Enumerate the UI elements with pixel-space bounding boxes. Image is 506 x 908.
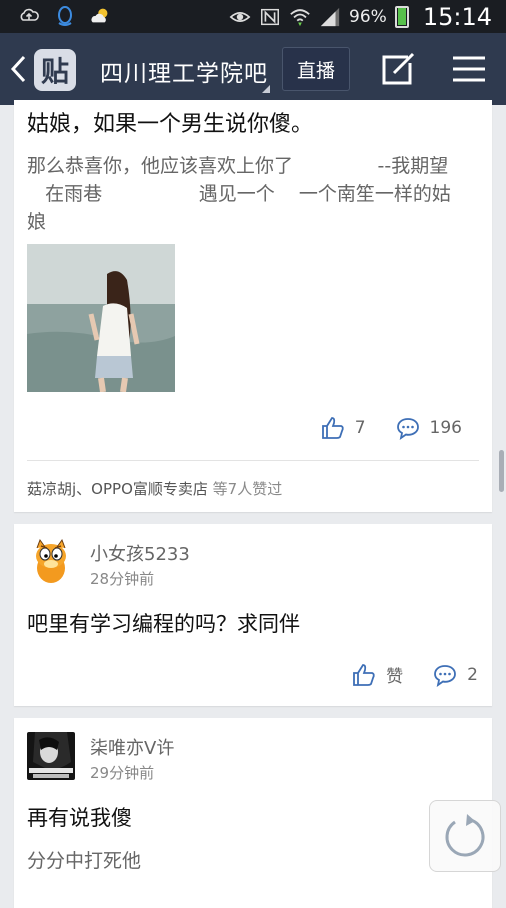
post-body[interactable]: 分分中打死他 [27,846,141,873]
liker-count-text: 等7人赞过 [212,480,283,498]
tieba-logo[interactable]: 贴 [34,49,76,91]
live-button[interactable]: 直播 [282,47,350,91]
avatar[interactable] [27,538,75,586]
status-bar: 96% 15:14 [0,0,506,33]
post-image[interactable] [27,244,175,392]
comment-icon [396,418,419,440]
qq-penguin-icon [58,6,72,26]
thumbs-up-icon [353,663,375,686]
post-time: 29分钟前 [90,764,155,782]
liked-by[interactable]: 菇凉胡j、OPPO富顺专卖店 等7人赞过 [27,478,282,499]
refresh-button[interactable] [429,800,501,872]
nav-bar: 贴 四川理工学院吧 直播 [0,33,506,105]
post-title[interactable]: 姑娘，如果一个男生说你傻。 [27,106,313,138]
post-card[interactable]: 姑娘，如果一个男生说你傻。 那么恭喜你，他应该喜欢上你了 --我期望 在雨巷 遇… [14,100,492,512]
post-actions: 7 196 [14,416,492,440]
forum-title[interactable]: 四川理工学院吧 [100,54,268,88]
username[interactable]: 柒唯亦V许 [90,734,174,760]
post-actions: 赞 2 [14,662,492,687]
comment-count: 196 [429,418,462,438]
like-label: 赞 [386,667,404,687]
post-title[interactable]: 吧里有学习编程的吗？求同伴 [27,608,300,638]
battery-icon [394,6,409,28]
comment-icon [434,664,457,687]
dropdown-caret-icon [262,85,270,93]
thumbs-up-icon [321,417,344,439]
liker-names[interactable]: 菇凉胡j、OPPO富顺专卖店 [27,480,208,498]
garfield-avatar [27,538,75,586]
wifi-icon [290,9,310,27]
chevron-left-icon[interactable] [8,53,30,85]
post-card[interactable]: 柒唯亦V许 29分钟前 再有说我傻 分分中打死他 [14,718,492,908]
user-avatar [27,732,75,780]
battery-percent: 96% [349,7,387,27]
comment-count: 2 [467,664,478,685]
comment-button[interactable]: 2 [433,663,478,687]
post-title[interactable]: 再有说我傻 [27,802,132,832]
username[interactable]: 小女孩5233 [90,540,190,566]
menu-icon[interactable] [452,55,486,83]
like-button[interactable]: 7 [321,416,366,440]
post-body[interactable]: 那么恭喜你，他应该喜欢上你了 --我期望 在雨巷 遇见一个 一个南笙一样的姑 娘 [27,152,477,236]
edit-icon[interactable] [380,51,416,87]
weather-sun-cloud-icon [91,8,108,23]
post-card[interactable]: 小女孩5233 28分钟前 吧里有学习编程的吗？求同伴 赞 2 [14,524,492,706]
girl-photo [27,244,175,392]
comment-button[interactable]: 196 [396,416,462,440]
like-button[interactable]: 赞 [352,662,403,687]
avatar[interactable] [27,732,75,780]
refresh-icon [445,814,485,857]
post-time: 28分钟前 [90,570,155,588]
eye-icon [229,12,251,22]
cloud-upload-icon [20,8,39,21]
like-count: 7 [354,418,366,438]
clock: 15:14 [422,3,492,31]
nfc-icon [261,8,280,26]
signal-icon [320,7,340,27]
divider [27,460,479,461]
scrollbar[interactable] [499,450,504,492]
